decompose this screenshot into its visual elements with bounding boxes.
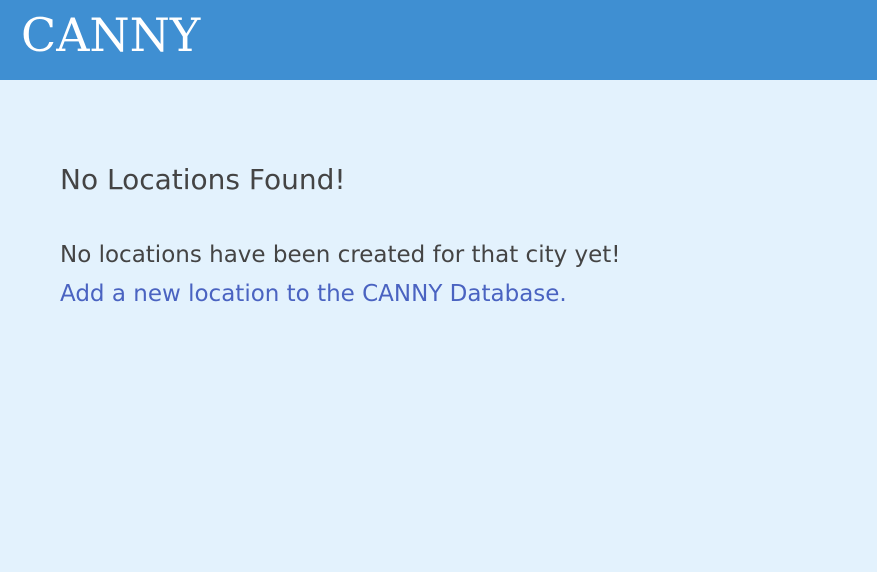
canny-logo-link[interactable]: CANNY xyxy=(21,7,200,63)
top-header-bar: CANNY xyxy=(0,0,877,80)
empty-state-message: No locations have been created for that … xyxy=(60,242,621,268)
page-heading: No Locations Found! xyxy=(60,163,346,196)
main-content: No Locations Found! No locations have be… xyxy=(60,160,820,314)
add-location-link[interactable]: Add a new location to the CANNY Database… xyxy=(60,274,567,314)
